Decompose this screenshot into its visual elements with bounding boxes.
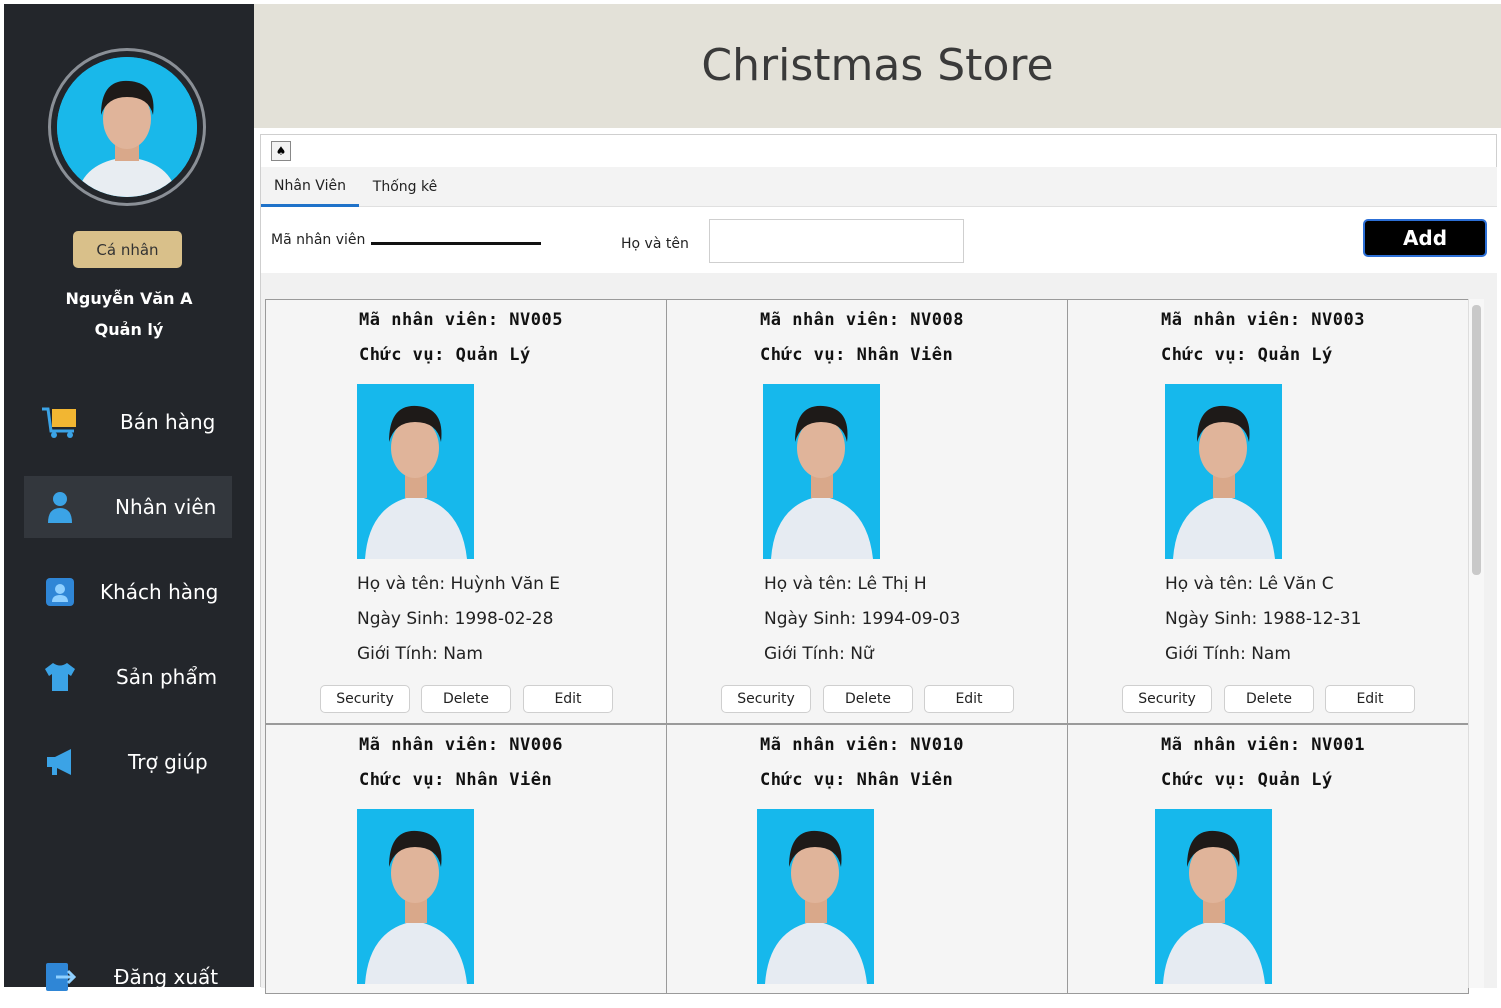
edit-button[interactable]: Edit [523,685,613,713]
employee-card: Mã nhân viên: NV008 Chức vụ: Nhân Viên H… [666,299,1068,724]
security-button[interactable]: Security [721,685,811,713]
add-button[interactable]: Add [1363,219,1487,257]
employee-photo [357,809,474,984]
tab-statistics[interactable]: Thống kê [365,167,445,207]
employee-role: Chức vụ: Quản Lý [359,345,531,365]
person-icon [40,487,80,527]
employee-name: Họ và tên: Huỳnh Văn E [357,574,561,594]
employee-code: Mã nhân viên: NV005 [359,310,563,330]
employee-code: Mã nhân viên: NV008 [760,310,964,330]
full-name-label: Họ và tên [621,236,689,252]
employee-dob: Ngày Sinh: 1988-12-31 [1165,609,1362,629]
sidebar-item-products[interactable]: Sản phẩm [24,646,232,708]
logout-icon [40,957,80,997]
avatar-photo [57,57,197,197]
full-name-input[interactable] [709,219,964,263]
sidebar-item-label: Bán hàng [120,410,216,434]
employee-grid: Mã nhân viên: NV005 Chức vụ: Quản Lý Họ … [261,273,1497,994]
delete-button[interactable]: Delete [1224,685,1314,713]
employee-gender: Giới Tính: Nam [357,644,483,664]
employee-role: Chức vụ: Nhân Viên [760,770,954,790]
app-title: Christmas Store [701,40,1054,91]
sidebar-item-customers[interactable]: Khách hàng [24,561,232,623]
employee-code: Mã nhân viên: NV010 [760,735,964,755]
employee-id-label: Mã nhân viên [271,232,366,248]
employee-card: Mã nhân viên: NV006 Chức vụ: Nhân Viên [265,724,667,994]
employee-card: Mã nhân viên: NV003 Chức vụ: Quản Lý Họ … [1067,299,1469,724]
user-role: Quản lý [94,320,164,339]
sidebar-item-sales[interactable]: Bán hàng [24,391,232,453]
user-name: Nguyễn Văn A [65,289,193,308]
sidebar-item-label: Nhân viên [115,495,217,519]
security-button[interactable]: Security [1122,685,1212,713]
employee-photo [357,384,474,559]
tab-employees[interactable]: Nhân Viên [261,167,359,207]
employee-code: Mã nhân viên: NV006 [359,735,563,755]
delete-button[interactable]: Delete [823,685,913,713]
contacts-icon [40,572,80,612]
employee-card: Mã nhân viên: NV010 Chức vụ: Nhân Viên [666,724,1068,994]
avatar[interactable] [48,48,206,206]
edit-button[interactable]: Edit [1325,685,1415,713]
sidebar: Cá nhân Nguyễn Văn A Quản lý Bán hàng Nh… [4,4,254,991]
employee-photo [757,809,874,984]
header: Christmas Store [254,4,1501,128]
employee-id-input[interactable] [371,219,541,245]
tab-bar: Nhân Viên Thống kê [261,167,1497,207]
employee-photo [763,384,880,559]
sidebar-item-help[interactable]: Trợ giúp [24,731,232,793]
employee-card: Mã nhân viên: NV001 Chức vụ: Quản Lý [1067,724,1469,994]
employee-dob: Ngày Sinh: 1994-09-03 [764,609,961,629]
employee-role: Chức vụ: Nhân Viên [760,345,954,365]
security-button[interactable]: Security [320,685,410,713]
employee-code: Mã nhân viên: NV003 [1161,310,1365,330]
cart-icon [40,402,80,442]
employee-gender: Giới Tính: Nữ [764,644,874,664]
employee-code: Mã nhân viên: NV001 [1161,735,1365,755]
sidebar-item-employees[interactable]: Nhân viên [24,476,232,538]
profile-button[interactable]: Cá nhân [73,231,182,268]
employee-role: Chức vụ: Nhân Viên [359,770,553,790]
employee-name: Họ và tên: Lê Văn C [1165,574,1334,594]
delete-button[interactable]: Delete [421,685,511,713]
employee-photo [1165,384,1282,559]
employee-role: Chức vụ: Quản Lý [1161,345,1333,365]
employee-photo [1155,809,1272,984]
sidebar-item-logout[interactable]: Đăng xuất [24,946,232,1008]
vertical-scrollbar[interactable] [1468,299,1484,988]
employee-card: Mã nhân viên: NV005 Chức vụ: Quản Lý Họ … [265,299,667,724]
shirt-icon [40,657,80,697]
sidebar-item-label: Sản phẩm [116,665,218,689]
employee-role: Chức vụ: Quản Lý [1161,770,1333,790]
scroll-thumb[interactable] [1472,305,1481,575]
sidebar-item-label: Đăng xuất [114,965,219,989]
sidebar-item-label: Khách hàng [100,580,219,604]
megaphone-icon [40,742,80,782]
sidebar-item-label: Trợ giúp [128,750,208,774]
edit-button[interactable]: Edit [924,685,1014,713]
window-icon: ♠ [271,141,291,161]
employee-gender: Giới Tính: Nam [1165,644,1291,664]
employee-dob: Ngày Sinh: 1998-02-28 [357,609,554,629]
employee-name: Họ và tên: Lê Thị H [764,574,927,594]
main-panel: ♠ Nhân Viên Thống kê Mã nhân viên Họ và … [260,134,1497,994]
